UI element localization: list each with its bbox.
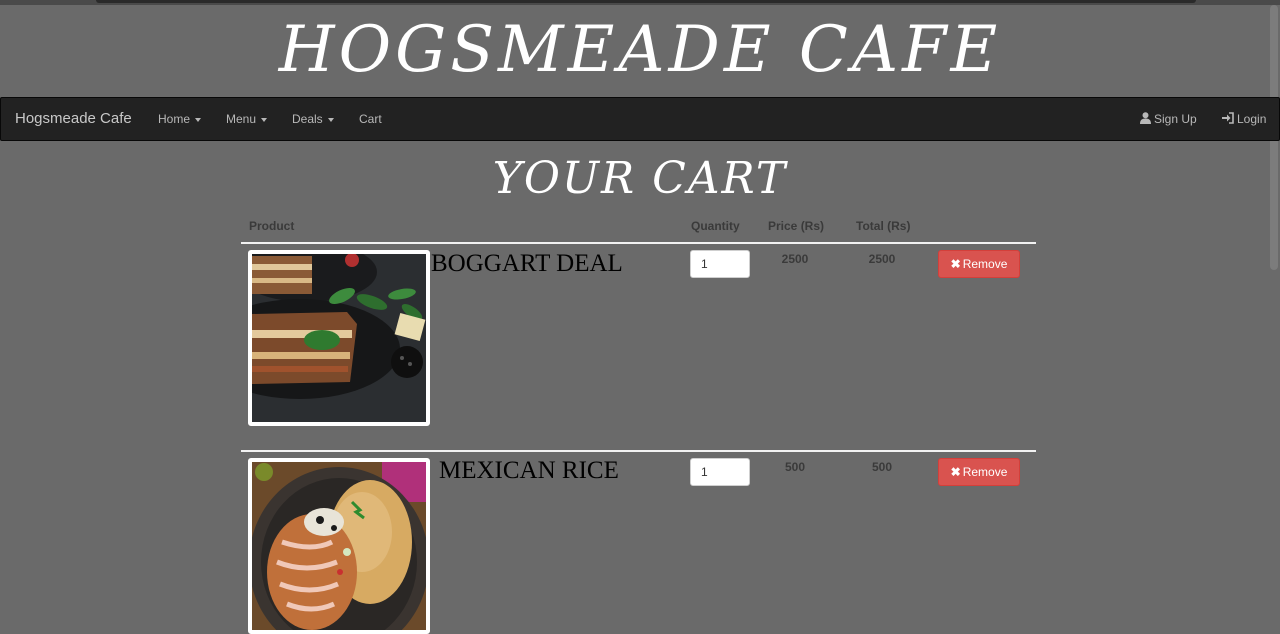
nav-item-label: Cart [359, 112, 382, 126]
caret-down-icon [195, 117, 202, 122]
column-header-quantity: Quantity [691, 219, 740, 233]
product-image-boggart-deal [248, 250, 430, 426]
nav-item-deals[interactable]: Deals [292, 98, 334, 140]
product-name: MEXICAN RICE [439, 457, 619, 484]
total-value: 2500 [868, 252, 896, 266]
quantity-input[interactable] [690, 458, 750, 486]
nav-item-label: Home [158, 112, 191, 126]
nav-item-cart[interactable]: Cart [359, 98, 382, 140]
column-header-product: Product [249, 219, 295, 233]
nav-login[interactable]: Login [1222, 98, 1266, 140]
sign-up-label: Sign Up [1154, 112, 1197, 126]
navbar-brand[interactable]: Hogsmeade Cafe [15, 98, 132, 140]
table-divider [241, 242, 1036, 244]
total-value: 500 [871, 460, 893, 474]
product-image-mexican-rice [248, 458, 430, 634]
browser-top-strip [0, 0, 1280, 5]
caret-down-icon [327, 117, 334, 122]
nav-item-menu[interactable]: Menu [226, 98, 268, 140]
column-header-total: Total (Rs) [856, 219, 911, 233]
login-label: Login [1237, 112, 1267, 126]
user-icon [1140, 112, 1151, 124]
price-value: 2500 [781, 252, 809, 266]
quantity-input[interactable] [690, 250, 750, 278]
remove-button[interactable]: ✖ Remove [938, 250, 1020, 278]
site-title: HOGSMEADE CAFE [278, 13, 1002, 87]
cart-heading: YOUR CART [492, 153, 788, 204]
navbar: Hogsmeade Cafe Home Menu Deals Cart Sign… [0, 97, 1280, 141]
nav-item-home[interactable]: Home [158, 98, 202, 140]
close-icon: ✖ [950, 465, 961, 479]
remove-label: Remove [962, 465, 1008, 479]
remove-button[interactable]: ✖ Remove [938, 458, 1020, 486]
nav-item-label: Menu [226, 112, 257, 126]
product-name: BOGGART DEAL [431, 250, 623, 277]
price-value: 500 [784, 460, 806, 474]
column-header-price: Price (Rs) [768, 219, 825, 233]
login-icon [1222, 112, 1234, 124]
remove-label: Remove [962, 257, 1008, 271]
table-divider [241, 450, 1036, 452]
nav-item-label: Deals [292, 112, 323, 126]
close-icon: ✖ [950, 257, 961, 271]
caret-down-icon [261, 117, 268, 122]
nav-sign-up[interactable]: Sign Up [1140, 98, 1197, 140]
